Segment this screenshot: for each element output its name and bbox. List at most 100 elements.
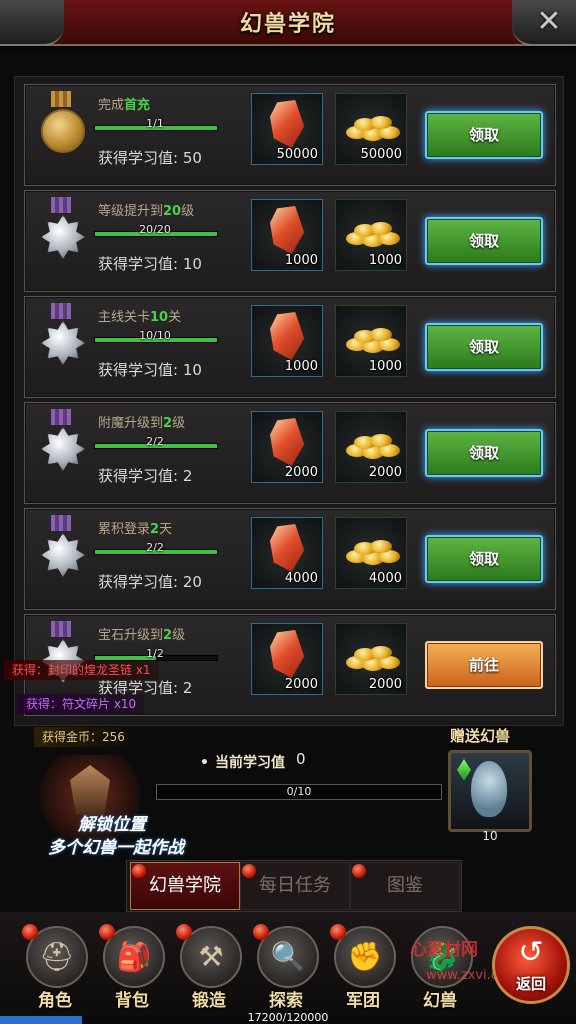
task-name: 完成首充: [98, 98, 151, 113]
learn-value-label: 获得学习值: 2: [98, 467, 193, 485]
nav-label: 锻造: [192, 991, 226, 1011]
corner-ornament-left: [0, 0, 64, 46]
title-bar: 幻兽学院: [0, 0, 576, 46]
red-dot-icon: [22, 924, 38, 940]
task-progress-text: 1/2: [146, 647, 164, 660]
task-progress-text: 1/1: [146, 117, 164, 130]
claim-button[interactable]: 领取: [425, 429, 543, 477]
reward-count: 4000: [284, 571, 318, 586]
bullet-icon: •: [200, 755, 209, 771]
reward-count: 1000: [284, 253, 318, 268]
gem-icon: [457, 759, 471, 781]
go-button[interactable]: 前往: [425, 641, 543, 689]
reward-count: 2000: [368, 465, 402, 480]
page-title: 幻兽学院: [239, 12, 336, 37]
gift-beast-count: 10: [482, 829, 498, 843]
learn-value-label: 获得学习值: 50: [98, 149, 202, 167]
nav-label: 角色: [38, 991, 72, 1011]
gold-coins-icon: [344, 432, 400, 460]
nav-glyph: 🔍: [270, 940, 306, 973]
medal-icon: [41, 197, 85, 259]
nav-label: 背包: [115, 991, 149, 1011]
reward-slot-crystal[interactable]: 1000: [251, 305, 323, 377]
medal-disc: [41, 533, 85, 577]
red-dot-icon: [352, 864, 366, 878]
task-progress-text: 20/20: [139, 223, 171, 236]
return-arrow-icon: ↺: [518, 935, 544, 970]
medal-icon: [41, 91, 85, 153]
task-name: 主线关卡10关: [98, 310, 182, 325]
reward-count: 50000: [360, 147, 402, 162]
task-row: 累积登录2天 2/2 获得学习值: 20 4000 4000 领取: [24, 508, 556, 610]
reward-count: 2000: [284, 465, 318, 480]
notification-item: 获得：封印的煌龙圣链 x1: [4, 660, 159, 680]
beast-portrait-icon: [471, 761, 507, 817]
reward-count: 50000: [276, 147, 318, 162]
nav-item-2[interactable]: ⚒ 锻造: [174, 920, 244, 1011]
learn-value-label: 获得学习值: 10: [98, 255, 202, 273]
reward-slot-crystal[interactable]: 2000: [251, 411, 323, 483]
current-learn-label: • 当前学习值: [200, 755, 285, 771]
nav-glyph: 🎒: [116, 940, 152, 973]
notification-item: 获得：符文碎片 x10: [18, 694, 145, 714]
tab-daily-tasks[interactable]: 每日任务: [240, 862, 350, 910]
learn-progress-text: 0/10: [286, 785, 312, 798]
reward-slot-crystal[interactable]: 4000: [251, 517, 323, 589]
reward-slot-gold[interactable]: 50000: [335, 93, 407, 165]
crystal-icon: [270, 206, 305, 254]
nav-glyph: ✊: [347, 940, 383, 973]
xp-text: 17200/120000: [247, 1011, 329, 1024]
medal-icon: [41, 409, 85, 471]
crystal-icon: [270, 312, 305, 360]
reward-slot-crystal[interactable]: 50000: [251, 93, 323, 165]
ribbon-icon: [51, 197, 71, 213]
nav-glyph: ⛑: [39, 940, 75, 973]
task-name: 等级提升到20级: [98, 204, 195, 219]
reward-slot-crystal[interactable]: 1000: [251, 199, 323, 271]
reward-count: 1000: [368, 359, 402, 374]
nav-item-4[interactable]: ✊ 军团: [328, 920, 398, 1011]
claim-button[interactable]: 领取: [425, 217, 543, 265]
reward-count: 2000: [284, 677, 318, 692]
medal-disc: [41, 109, 85, 153]
reward-slot-gold[interactable]: 4000: [335, 517, 407, 589]
tab-beast-academy[interactable]: 幻兽学院: [130, 862, 240, 910]
return-label: 返回: [515, 975, 546, 993]
gift-beast-slot[interactable]: [448, 750, 532, 832]
task-row: 主线关卡10关 10/10 获得学习值: 10 1000 1000 领取: [24, 296, 556, 398]
reward-count: 1000: [368, 253, 402, 268]
watermark: 心素材网: [410, 940, 478, 960]
claim-button[interactable]: 领取: [425, 323, 543, 371]
task-name: 累积登录2天: [98, 522, 173, 537]
reward-slot-crystal[interactable]: 2000: [251, 623, 323, 695]
gift-beast-title: 赠送幻兽: [450, 727, 511, 745]
crystal-icon: [270, 418, 305, 466]
medal-disc: [41, 321, 85, 365]
task-name: 宝石升级到2级: [98, 628, 186, 643]
nav-label: 探索: [269, 991, 303, 1011]
red-dot-icon: [330, 924, 346, 940]
claim-button[interactable]: 领取: [425, 535, 543, 583]
nav-item-0[interactable]: ⛑ 角色: [20, 920, 90, 1011]
reward-slot-gold[interactable]: 2000: [335, 411, 407, 483]
nav-item-5[interactable]: 🐉 幻兽: [405, 920, 475, 1011]
task-name: 附魔升级到2级: [98, 416, 186, 431]
reward-slot-gold[interactable]: 1000: [335, 305, 407, 377]
return-button[interactable]: ↺ 返回: [492, 926, 570, 1004]
task-row: 等级提升到20级 20/20 获得学习值: 10 1000 1000 领取: [24, 190, 556, 292]
nav-item-3[interactable]: 🔍 探索: [251, 920, 321, 1011]
close-icon[interactable]: ✕: [530, 4, 568, 40]
reward-count: 2000: [368, 677, 402, 692]
claim-button[interactable]: 领取: [425, 111, 543, 159]
task-row: 完成首充 1/1 获得学习值: 50 50000 50000 领取: [24, 84, 556, 186]
reward-slot-gold[interactable]: 1000: [335, 199, 407, 271]
red-dot-icon: [253, 924, 269, 940]
red-dot-icon: [242, 864, 256, 878]
tab-codex[interactable]: 图鉴: [350, 862, 460, 910]
nav-item-1[interactable]: 🎒 背包: [97, 920, 167, 1011]
red-dot-icon: [132, 864, 146, 878]
reward-slot-gold[interactable]: 2000: [335, 623, 407, 695]
current-learn-value: 0: [296, 750, 306, 768]
ribbon-icon: [51, 515, 71, 531]
reward-count: 1000: [284, 359, 318, 374]
